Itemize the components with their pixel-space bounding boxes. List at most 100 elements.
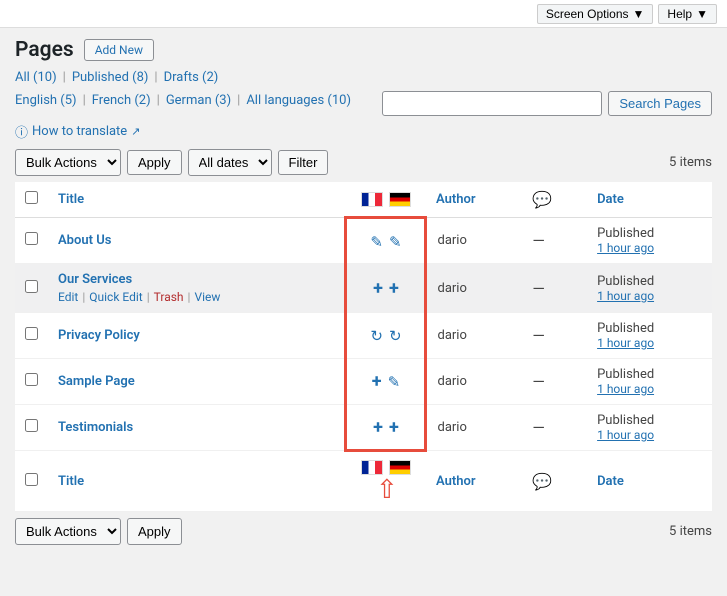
- bottom-toolbar: Bulk Actions Apply 5 items: [15, 518, 712, 545]
- red-arrow-container: ⇧: [356, 477, 416, 503]
- filter-french[interactable]: French (2): [92, 93, 151, 108]
- page-title-link-3[interactable]: Privacy Policy: [58, 328, 140, 343]
- fr-trans-icon-1[interactable]: ✎: [370, 232, 383, 251]
- author-header[interactable]: Author: [426, 182, 522, 218]
- row-checkbox-cell: [15, 359, 48, 405]
- row-comments-cell-5: —: [522, 405, 587, 451]
- de-trans-icon-1[interactable]: ✎: [389, 232, 402, 251]
- row-flags-cell-3: ↻ ↻: [346, 313, 426, 359]
- footer-checkbox-cell: [15, 451, 48, 512]
- screen-options-label: Screen Options: [546, 7, 629, 21]
- item-count-bottom: 5 items: [669, 524, 712, 539]
- row-title-cell: Our Services Edit | Quick Edit | Trash |…: [48, 264, 346, 313]
- bottom-toolbar-left: Bulk Actions Apply: [15, 518, 182, 545]
- apply-button-top[interactable]: Apply: [127, 150, 182, 175]
- row-checkbox-3[interactable]: [25, 327, 38, 340]
- date-ago-link-1[interactable]: 1 hour ago: [597, 241, 702, 255]
- screen-options-button[interactable]: Screen Options ▼: [537, 4, 654, 24]
- how-to-translate-row: ⓘ How to translate ↗: [15, 122, 712, 141]
- item-count-top: 5 items: [669, 155, 712, 170]
- filter-english[interactable]: English (5): [15, 93, 77, 108]
- page-title-link-2[interactable]: Our Services: [58, 272, 132, 287]
- row-comments-cell-3: —: [522, 313, 587, 359]
- filter-published[interactable]: Published (8): [72, 70, 149, 85]
- add-new-button[interactable]: Add New: [84, 39, 154, 61]
- fr-trans-icon-2[interactable]: +: [373, 278, 383, 299]
- footer-author-cell[interactable]: Author: [426, 451, 522, 512]
- comment-bubble-icon: 💬: [532, 190, 552, 209]
- table-header-row: Title Author 💬 Date: [15, 182, 712, 218]
- filter-button-top[interactable]: Filter: [278, 150, 329, 175]
- comments-header[interactable]: 💬: [522, 182, 587, 218]
- how-to-translate-link[interactable]: How to translate: [32, 124, 127, 139]
- table-row: Our Services Edit | Quick Edit | Trash |…: [15, 264, 712, 313]
- footer-comments-cell: 💬: [522, 451, 587, 512]
- page-title-link-5[interactable]: Testimonials: [58, 420, 133, 435]
- table-footer-row: Title ⇧ Author 💬 Date: [15, 451, 712, 512]
- view-link-2[interactable]: View: [194, 290, 220, 304]
- date-header[interactable]: Date: [587, 182, 712, 218]
- de-trans-icon-5[interactable]: +: [389, 417, 399, 438]
- title-header[interactable]: Title: [48, 182, 346, 218]
- check-all-header: [15, 182, 48, 218]
- row-date-cell-3: Published 1 hour ago: [587, 313, 712, 359]
- date-ago-link-4[interactable]: 1 hour ago: [597, 382, 702, 396]
- row-date-cell-1: Published 1 hour ago: [587, 218, 712, 264]
- de-trans-icon-3[interactable]: ↻: [389, 326, 402, 345]
- fr-trans-icon-3[interactable]: ↻: [370, 326, 383, 345]
- translation-icons-5: + +: [357, 417, 414, 438]
- help-label: Help: [667, 7, 692, 21]
- filter-german[interactable]: German (3): [166, 93, 231, 108]
- check-all-checkbox[interactable]: [25, 191, 38, 204]
- row-checkbox-2[interactable]: [25, 280, 38, 293]
- filter-all[interactable]: All (10): [15, 70, 57, 85]
- row-flags-cell-5: + +: [346, 405, 426, 451]
- table-row: About Us ✎ ✎ dario — Published 1 hour ag…: [15, 218, 712, 264]
- footer-title-cell[interactable]: Title: [48, 451, 346, 512]
- french-flag-header: [361, 192, 383, 207]
- footer-date-cell[interactable]: Date: [587, 451, 712, 512]
- quick-edit-link-2[interactable]: Quick Edit: [89, 290, 142, 304]
- row-flags-cell-4: + ✎: [346, 359, 426, 405]
- filter-all-languages[interactable]: All languages (10): [246, 93, 351, 108]
- red-arrow-icon: ⇧: [376, 475, 398, 505]
- footer-checkbox[interactable]: [25, 473, 38, 486]
- row-checkbox-cell: [15, 218, 48, 264]
- fr-trans-icon-5[interactable]: +: [373, 417, 383, 438]
- filter-drafts[interactable]: Drafts (2): [164, 70, 219, 85]
- bulk-actions-select-top[interactable]: Bulk Actions: [15, 149, 121, 176]
- bulk-actions-select-bottom[interactable]: Bulk Actions: [15, 518, 121, 545]
- page-title-row: Pages Add New: [15, 38, 712, 62]
- page-title-link-4[interactable]: Sample Page: [58, 374, 135, 389]
- search-input[interactable]: [382, 91, 602, 116]
- row-comments-cell-2: —: [522, 264, 587, 313]
- search-pages-button[interactable]: Search Pages: [608, 91, 712, 116]
- date-ago-link-2[interactable]: 1 hour ago: [597, 289, 702, 303]
- row-author-cell-2: dario: [426, 264, 522, 313]
- help-arrow: ▼: [696, 7, 708, 21]
- row-checkbox-4[interactable]: [25, 373, 38, 386]
- external-link-icon: ↗: [131, 125, 140, 138]
- date-ago-link-5[interactable]: 1 hour ago: [597, 428, 702, 442]
- edit-link-2[interactable]: Edit: [58, 290, 78, 304]
- de-trans-icon-2[interactable]: +: [389, 278, 399, 299]
- apply-button-bottom[interactable]: Apply: [127, 518, 182, 545]
- footer-comment-icon: 💬: [532, 472, 552, 491]
- footer-flags-cell: ⇧: [346, 451, 426, 512]
- de-trans-icon-4[interactable]: ✎: [388, 372, 401, 391]
- footer-flags: [356, 460, 416, 475]
- table-row: Privacy Policy ↻ ↻ dario — Published 1 h…: [15, 313, 712, 359]
- main-content: Pages Add New All (10) | Published (8) |…: [0, 28, 727, 555]
- search-bar: Search Pages: [382, 91, 712, 116]
- page-title-link-1[interactable]: About Us: [58, 233, 111, 248]
- row-date-cell-2: Published 1 hour ago: [587, 264, 712, 313]
- help-button[interactable]: Help ▼: [658, 4, 717, 24]
- row-checkbox-1[interactable]: [25, 232, 38, 245]
- trash-link-2[interactable]: Trash: [154, 290, 184, 304]
- dates-select-top[interactable]: All dates: [188, 149, 272, 176]
- flags-header: [346, 182, 426, 218]
- translation-icons-4: + ✎: [357, 371, 414, 392]
- date-ago-link-3[interactable]: 1 hour ago: [597, 336, 702, 350]
- row-checkbox-5[interactable]: [25, 419, 38, 432]
- fr-trans-icon-4[interactable]: +: [372, 371, 382, 392]
